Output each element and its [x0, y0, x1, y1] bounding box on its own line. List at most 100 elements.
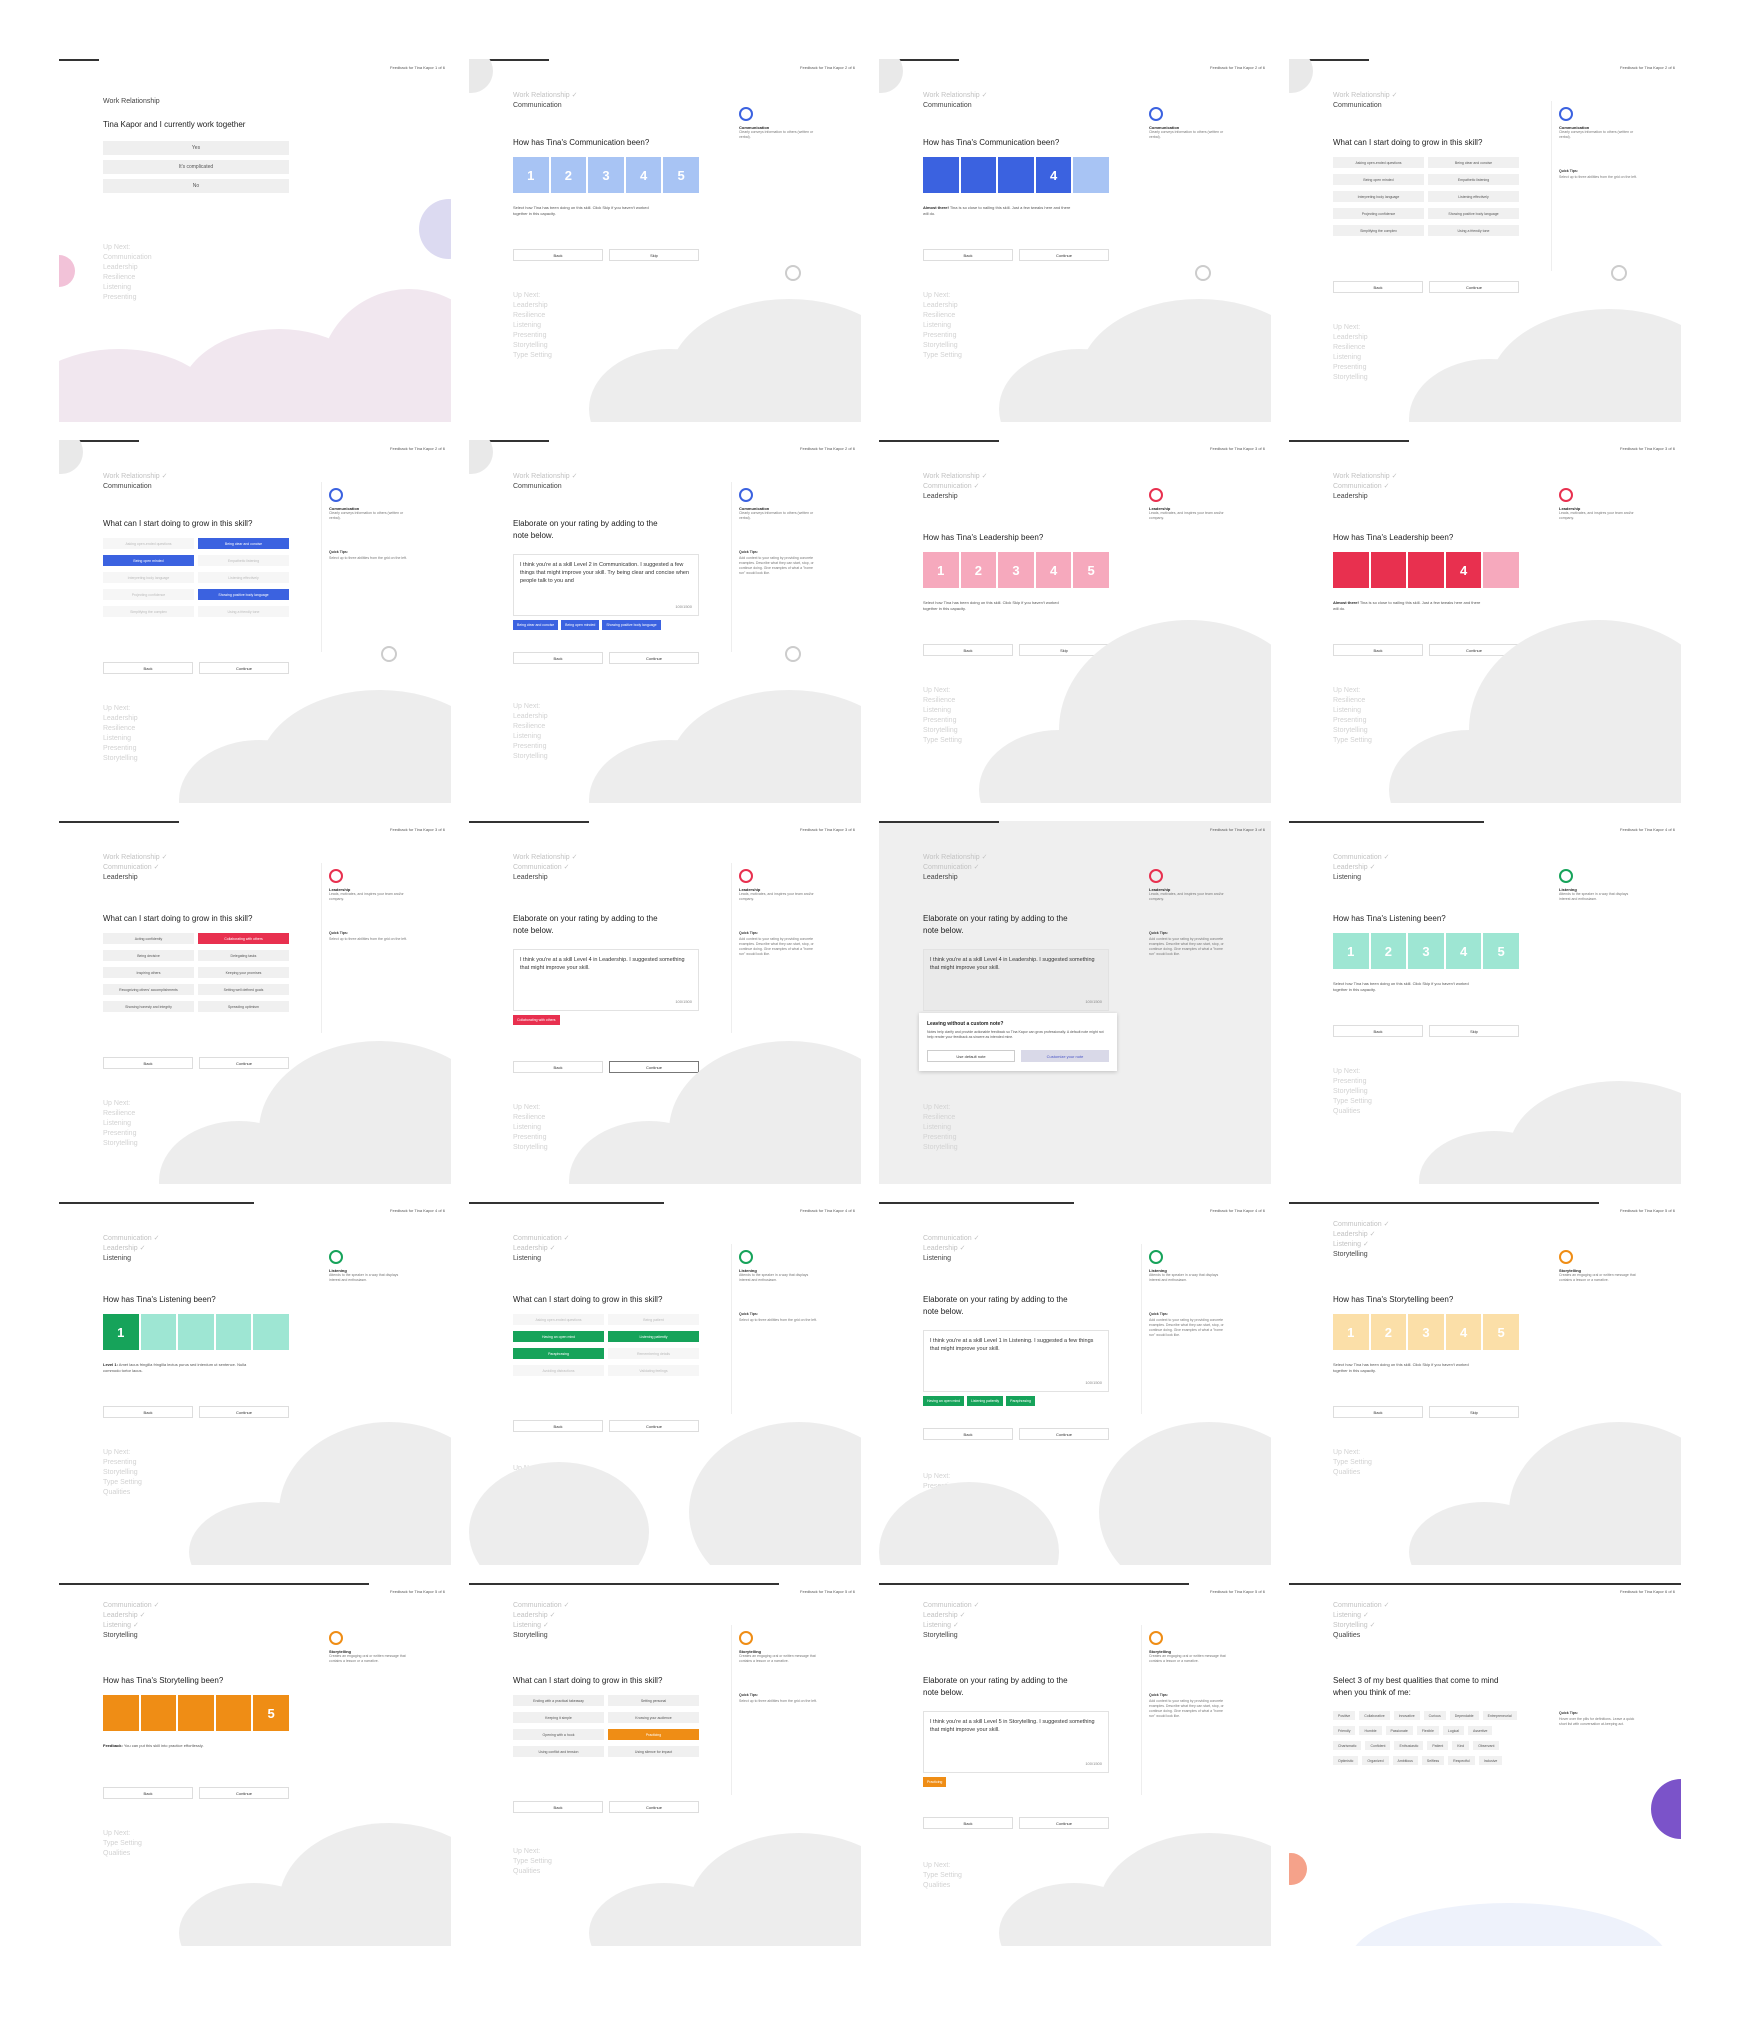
rating-3[interactable] — [1408, 552, 1444, 588]
quality-chip[interactable]: Selfless — [1421, 1756, 1445, 1765]
quality-chip[interactable]: Friendly — [1333, 1726, 1356, 1735]
rating-2[interactable] — [1370, 552, 1407, 588]
back-button[interactable]: Back — [103, 1057, 193, 1069]
rating-3[interactable]: 3 — [1408, 1314, 1444, 1350]
continue-button[interactable]: Continue — [199, 1406, 289, 1418]
back-button[interactable]: Back — [103, 662, 193, 674]
ability-chip[interactable]: Asking open-ended questions — [103, 538, 194, 549]
ability-chip[interactable]: Knowing your audience — [608, 1712, 699, 1723]
ability-chip[interactable]: Using a friendly tone — [1428, 225, 1519, 236]
back-button[interactable]: Back — [513, 652, 603, 664]
quality-chip[interactable]: Patient — [1427, 1741, 1449, 1750]
rating-3[interactable]: 3 — [1408, 933, 1444, 969]
back-button[interactable]: Back — [923, 1428, 1013, 1440]
ability-chip[interactable]: Recognizing others' accomplishments — [103, 984, 194, 995]
continue-button[interactable]: Continue — [1429, 281, 1519, 293]
ability-chip[interactable]: Inspiring others — [103, 967, 194, 978]
ability-chip[interactable]: Opening with a hook — [513, 1729, 604, 1740]
rating-2[interactable]: 2 — [960, 552, 997, 588]
ability-chip[interactable]: Asking open-ended questions — [513, 1314, 604, 1325]
quality-chip[interactable]: Inclusive — [1478, 1756, 1503, 1765]
ability-chip[interactable]: Validating feelings — [608, 1365, 699, 1376]
rating-1[interactable] — [923, 157, 959, 193]
ability-chip[interactable]: Listening effectively — [198, 572, 289, 583]
ability-chip-selected[interactable]: Showing positive body language — [198, 589, 289, 600]
ability-chip[interactable]: Projecting confidence — [103, 589, 194, 600]
ability-chip[interactable]: Using a friendly tone — [198, 606, 289, 617]
quality-chip[interactable]: Collaborative — [1359, 1711, 1390, 1720]
skip-button[interactable]: Skip — [1429, 1025, 1519, 1037]
ability-chip[interactable]: Simplifying the complex — [1333, 225, 1424, 236]
customize-note-button[interactable]: Customize your note — [1021, 1050, 1109, 1062]
quality-chip[interactable]: Humble — [1359, 1726, 1382, 1735]
ability-chip[interactable]: Keeping it simple — [513, 1712, 604, 1723]
back-button[interactable]: Back — [923, 249, 1013, 261]
quality-chip[interactable]: Logical — [1442, 1726, 1464, 1735]
ability-chip[interactable]: Remembering details — [608, 1348, 699, 1359]
quality-chip[interactable]: Passionate — [1385, 1726, 1413, 1735]
quality-chip[interactable]: Ambitious — [1392, 1756, 1418, 1765]
ability-chip-selected[interactable]: Having an open mind — [513, 1331, 604, 1342]
ability-chip[interactable]: Acting confidently — [103, 933, 194, 944]
ability-chip[interactable]: Using silence for impact — [608, 1746, 699, 1757]
rating-4-selected[interactable]: 4 — [1035, 157, 1072, 193]
rating-1[interactable]: 1 — [1333, 933, 1369, 969]
ability-chip[interactable]: Spreading optimism — [198, 1001, 289, 1012]
rating-5[interactable]: 5 — [1483, 1314, 1519, 1350]
continue-button[interactable]: Continue — [199, 1787, 289, 1799]
rating-2[interactable] — [960, 157, 997, 193]
use-default-note-button[interactable]: Use default note — [927, 1050, 1015, 1062]
back-button[interactable]: Back — [103, 1787, 193, 1799]
rating-1[interactable]: 1 — [513, 157, 549, 193]
back-button[interactable]: Back — [513, 1061, 603, 1073]
rating-4[interactable] — [215, 1695, 252, 1731]
ability-chip[interactable]: Listening effectively — [1428, 191, 1519, 202]
rating-2[interactable] — [140, 1314, 177, 1350]
quality-chip[interactable]: Dependable — [1449, 1711, 1479, 1720]
ability-chip[interactable]: Simplifying the complex — [103, 606, 194, 617]
rating-5[interactable] — [1073, 157, 1109, 193]
note-textarea[interactable]: I think you're at a skill Level 4 in Lea… — [923, 949, 1109, 1011]
skip-button[interactable]: Skip — [609, 249, 699, 261]
rating-5[interactable] — [253, 1314, 289, 1350]
quality-chip[interactable]: Entrepreneurial — [1482, 1711, 1517, 1720]
rating-4-selected[interactable]: 4 — [1445, 552, 1482, 588]
back-button[interactable]: Back — [1333, 1406, 1423, 1418]
back-button[interactable]: Back — [513, 249, 603, 261]
ability-chip[interactable]: Setting well defined goals — [198, 984, 289, 995]
ability-chip[interactable]: Being open minded — [1333, 174, 1424, 185]
ability-chip[interactable]: Being decisive — [103, 950, 194, 961]
rating-3[interactable] — [178, 1314, 214, 1350]
continue-button[interactable]: Continue — [199, 662, 289, 674]
note-textarea[interactable]: I think you're at a skill Level 1 in Lis… — [923, 1330, 1109, 1392]
rating-3[interactable]: 3 — [588, 157, 624, 193]
note-textarea[interactable]: I think you're at a skill Level 2 in Com… — [513, 554, 699, 616]
ability-chip-selected[interactable]: Being clear and concise — [198, 538, 289, 549]
continue-button[interactable]: Continue — [1019, 249, 1109, 261]
rating-4[interactable]: 4 — [1445, 933, 1482, 969]
quality-chip[interactable]: Curious — [1423, 1711, 1446, 1720]
ability-chip[interactable]: Empathetic listening — [1428, 174, 1519, 185]
rating-1[interactable]: 1 — [1333, 1314, 1369, 1350]
ability-chip[interactable]: Empathetic listening — [198, 555, 289, 566]
quality-chip[interactable]: Charismatic — [1333, 1741, 1362, 1750]
quality-chip[interactable]: Assertive — [1468, 1726, 1493, 1735]
rating-1[interactable] — [1333, 552, 1369, 588]
ability-chip-selected[interactable]: Being open minded — [103, 555, 194, 566]
ability-chip[interactable]: Avoiding distractions — [513, 1365, 604, 1376]
rating-3[interactable] — [998, 157, 1034, 193]
quality-chip[interactable]: Observant — [1473, 1741, 1500, 1750]
rating-2[interactable]: 2 — [1370, 933, 1407, 969]
ability-chip[interactable]: Interpreting body language — [103, 572, 194, 583]
skip-button[interactable]: Skip — [1429, 1406, 1519, 1418]
back-button[interactable]: Back — [1333, 644, 1423, 656]
quality-chip[interactable]: Innovative — [1393, 1711, 1420, 1720]
rating-1[interactable]: 1 — [923, 552, 959, 588]
rating-2[interactable]: 2 — [1370, 1314, 1407, 1350]
quality-chip[interactable]: Kind — [1452, 1741, 1470, 1750]
quality-chip[interactable]: Positive — [1333, 1711, 1356, 1720]
ability-chip[interactable]: Showing honesty and integrity — [103, 1001, 194, 1012]
back-button[interactable]: Back — [513, 1420, 603, 1432]
option-no[interactable]: No — [103, 179, 289, 193]
quality-chip[interactable]: Enthusiastic — [1394, 1741, 1424, 1750]
